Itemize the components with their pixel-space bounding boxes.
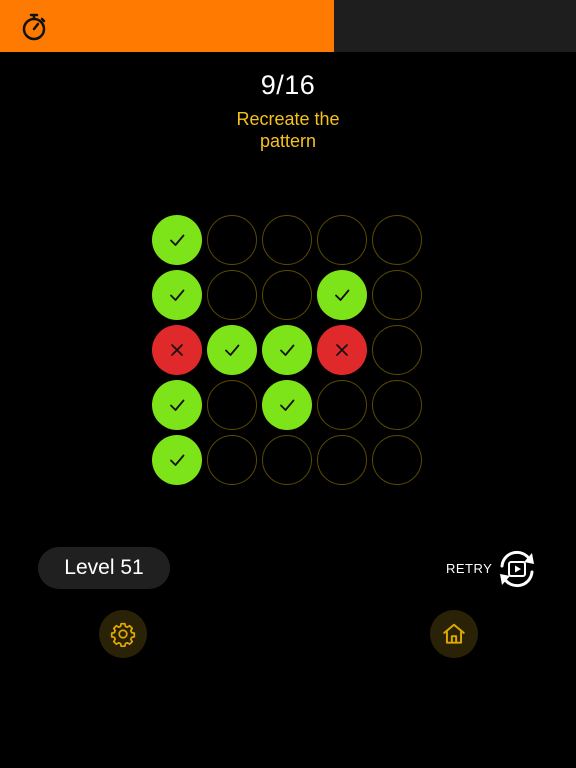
- grid-cell-empty[interactable]: [317, 380, 367, 430]
- check-icon: [225, 344, 240, 356]
- grid-cell-empty[interactable]: [262, 270, 312, 320]
- grid-cell-correct[interactable]: [262, 380, 312, 430]
- progress-counter: 9/16: [260, 70, 316, 100]
- check-icon: [170, 399, 185, 411]
- cross-icon: [336, 344, 348, 356]
- home-icon: [443, 623, 465, 644]
- cross-icon: [171, 344, 183, 356]
- retry-label[interactable]: RETRY: [446, 561, 492, 576]
- grid-cell-empty[interactable]: [372, 270, 422, 320]
- grid-cell-wrong[interactable]: [152, 325, 202, 375]
- grid-cell-empty[interactable]: [262, 435, 312, 485]
- check-icon: [170, 289, 185, 301]
- grid-cell-empty[interactable]: [207, 215, 257, 265]
- grid-cell-correct[interactable]: [152, 215, 202, 265]
- check-icon: [335, 289, 350, 301]
- check-icon: [280, 399, 295, 411]
- grid-cell-correct[interactable]: [152, 380, 202, 430]
- check-icon: [170, 454, 185, 466]
- grid-cell-empty[interactable]: [207, 435, 257, 485]
- stopwatch-icon: [22, 13, 46, 41]
- level-label: Level 51: [64, 556, 144, 579]
- grid-cell-wrong[interactable]: [317, 325, 367, 375]
- settings-button[interactable]: [99, 610, 147, 658]
- grid-cell-empty[interactable]: [317, 435, 367, 485]
- grid-cell-empty[interactable]: [317, 215, 367, 265]
- grid-cell-correct[interactable]: [152, 435, 202, 485]
- grid-cell-empty[interactable]: [207, 380, 257, 430]
- home-button[interactable]: [430, 610, 478, 658]
- grid-cell-correct[interactable]: [317, 270, 367, 320]
- pattern-grid: [152, 215, 424, 487]
- check-icon: [170, 234, 185, 246]
- grid-cell-correct[interactable]: [262, 325, 312, 375]
- grid-cell-empty[interactable]: [372, 435, 422, 485]
- level-indicator: Level 51: [38, 547, 170, 589]
- timer-bar: [0, 0, 576, 52]
- grid-cell-empty[interactable]: [372, 380, 422, 430]
- grid-cell-empty[interactable]: [372, 325, 422, 375]
- grid-cell-empty[interactable]: [207, 270, 257, 320]
- grid-cell-correct[interactable]: [152, 270, 202, 320]
- instruction-text: Recreate the pattern: [236, 109, 340, 151]
- grid-cell-empty[interactable]: [372, 215, 422, 265]
- grid-cell-empty[interactable]: [262, 215, 312, 265]
- timer-fill: [0, 0, 335, 52]
- grid-cell-correct[interactable]: [207, 325, 257, 375]
- check-icon: [280, 344, 295, 356]
- retry-video-icon[interactable]: [494, 546, 540, 592]
- gear-icon: [110, 622, 136, 647]
